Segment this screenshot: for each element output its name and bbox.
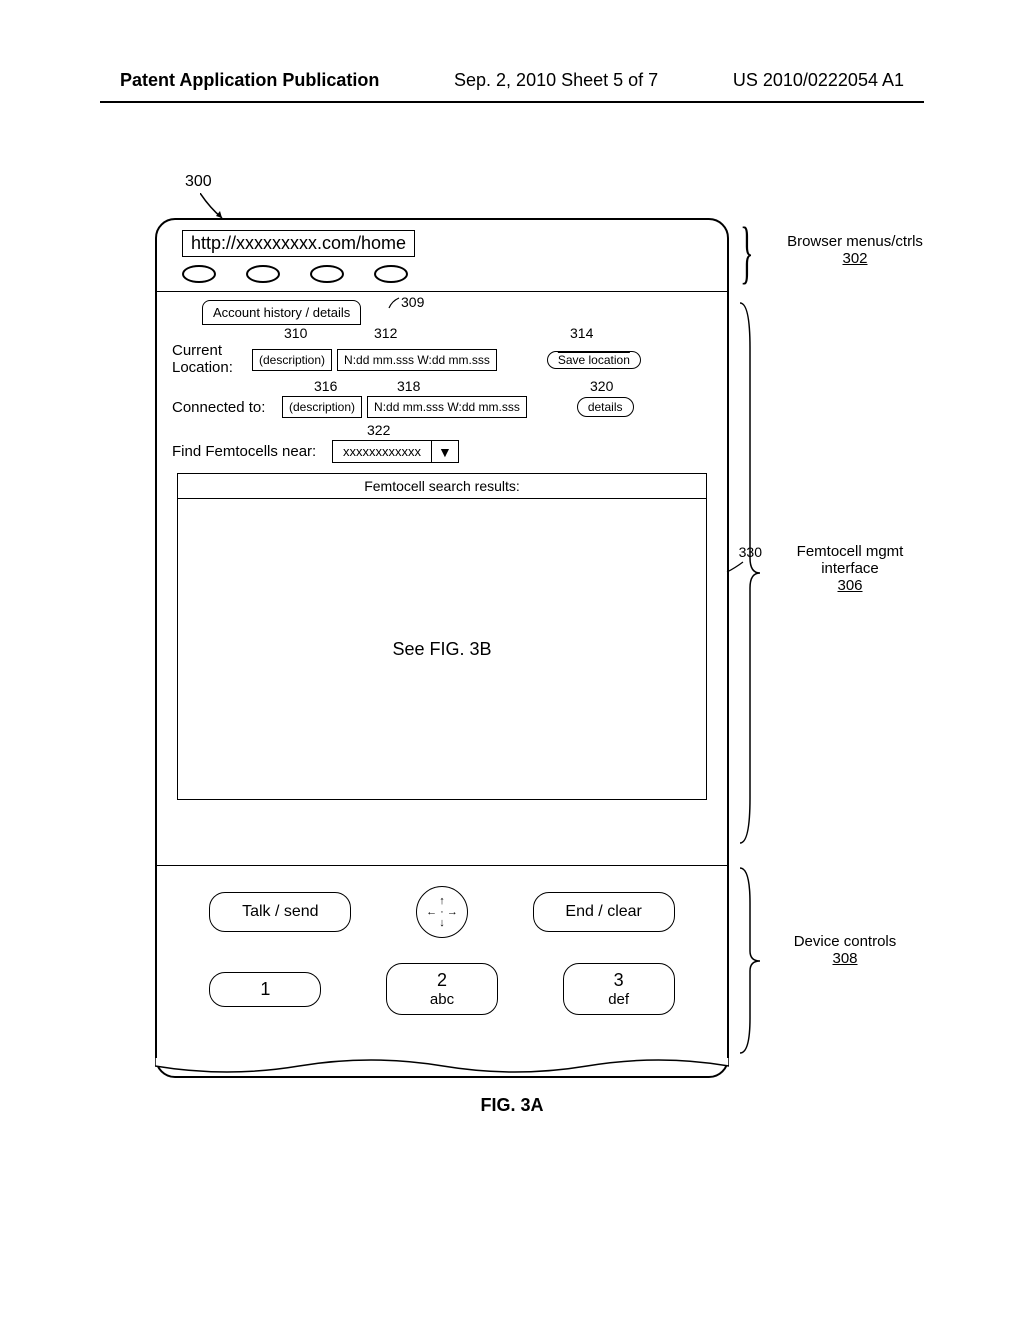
wavy-cut-icon <box>155 1058 729 1078</box>
label-connected-to: Connected to: <box>172 399 277 416</box>
dropdown-value: xxxxxxxxxxxx <box>333 441 432 462</box>
results-header: Femtocell search results: <box>178 474 706 499</box>
url-bar[interactable]: http://xxxxxxxxx.com/home <box>182 230 415 257</box>
browser-oval-icon[interactable] <box>246 265 280 283</box>
ref-314: 314 <box>570 325 593 341</box>
brace-306 <box>738 298 763 848</box>
ref-312: 312 <box>374 325 397 341</box>
browser-oval-icon[interactable] <box>310 265 344 283</box>
label-current-location: Current Location: <box>172 343 247 376</box>
keypad-3[interactable]: 3 def <box>563 963 675 1015</box>
ref-316: 316 <box>314 378 337 394</box>
keypad-2[interactable]: 2 abc <box>386 963 498 1015</box>
header-right: US 2010/0222054 A1 <box>733 70 904 91</box>
ref-320: 320 <box>590 378 613 394</box>
results-body: See FIG. 3B <box>178 499 706 799</box>
browser-icons-row <box>172 257 712 291</box>
device-frame: http://xxxxxxxxx.com/home Account histor… <box>155 218 729 1078</box>
device-controls-section: Talk / send ↑← · →↓ End / clear 1 2 abc … <box>157 865 727 1076</box>
tab-account-history[interactable]: Account history / details <box>202 300 361 325</box>
keypad-1[interactable]: 1 <box>209 972 321 1007</box>
field-current-coords[interactable]: N:dd mm.sss W:dd mm.sss <box>337 349 497 371</box>
results-panel: Femtocell search results: See FIG. 3B <box>177 473 707 800</box>
ref-310: 310 <box>284 325 307 341</box>
btn-end-clear[interactable]: End / clear <box>533 892 675 932</box>
ref-300: 300 <box>185 173 212 191</box>
dpad[interactable]: ↑← · →↓ <box>416 886 468 938</box>
field-connected-description[interactable]: (description) <box>282 396 362 418</box>
page-header: Patent Application Publication Sep. 2, 2… <box>0 0 1024 101</box>
ref-309: 309 <box>387 294 424 310</box>
brace-icon: } <box>740 213 753 293</box>
btn-talk-send[interactable]: Talk / send <box>209 892 351 932</box>
annotation-306: Femtocell mgmt interface 306 <box>780 543 920 594</box>
dpad-arrows-icon: ↑← · →↓ <box>426 896 458 929</box>
ref-322: 322 <box>367 422 390 438</box>
annotation-302: Browser menus/ctrls 302 <box>780 233 930 267</box>
brace-icon <box>738 298 763 848</box>
browser-section: http://xxxxxxxxx.com/home <box>157 220 727 291</box>
femtocell-mgmt-section: Account history / details 309 310 312 31… <box>157 291 727 865</box>
annotation-308: Device controls 308 <box>780 933 910 967</box>
header-left: Patent Application Publication <box>120 70 379 91</box>
browser-oval-icon[interactable] <box>182 265 216 283</box>
ref-318: 318 <box>397 378 420 394</box>
btn-details[interactable]: details <box>577 397 634 417</box>
dropdown-find-near[interactable]: xxxxxxxxxxxx ▼ <box>332 440 459 463</box>
label-find-femtocells: Find Femtocells near: <box>172 443 327 460</box>
btn-save-location[interactable]: Save location <box>547 351 641 369</box>
brace-308 <box>738 863 763 1058</box>
header-center: Sep. 2, 2010 Sheet 5 of 7 <box>454 70 658 91</box>
brace-icon <box>738 863 763 1058</box>
field-connected-coords[interactable]: N:dd mm.sss W:dd mm.sss <box>367 396 527 418</box>
header-divider <box>100 101 924 103</box>
chevron-down-icon: ▼ <box>432 444 458 460</box>
browser-oval-icon[interactable] <box>374 265 408 283</box>
figure-caption: FIG. 3A <box>480 1095 543 1115</box>
leader-curve-icon <box>387 296 401 310</box>
field-current-description[interactable]: (description) <box>252 349 332 371</box>
